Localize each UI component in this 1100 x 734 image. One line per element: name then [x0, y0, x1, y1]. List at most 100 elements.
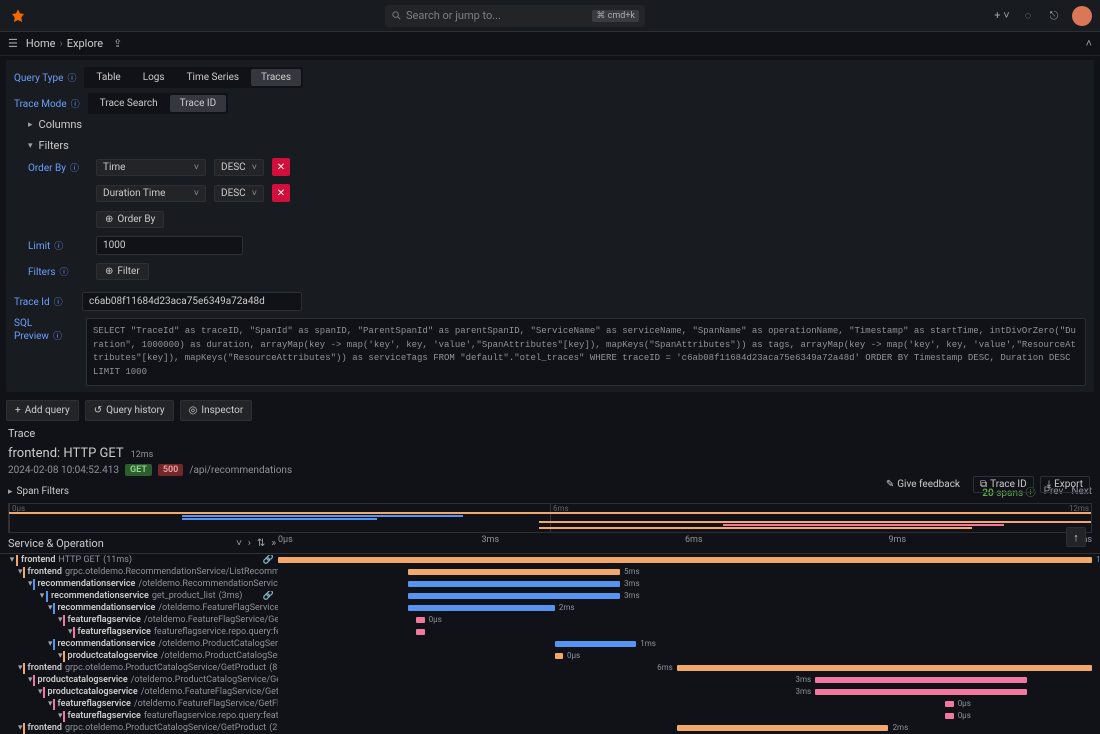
- span-lane: 0μs: [278, 698, 1092, 710]
- crumb-explore[interactable]: Explore: [67, 37, 103, 50]
- order-by-label: Order By: [28, 161, 88, 174]
- export-button[interactable]: ⤓ Export: [1040, 476, 1090, 493]
- crumb-home[interactable]: Home: [26, 37, 56, 50]
- span-lane: 5ms: [278, 566, 1092, 578]
- operation-name: /oteldemo.FeatureFlagService/GetFlag: [144, 615, 278, 625]
- tab-traces[interactable]: Traces: [251, 69, 301, 86]
- span-bar[interactable]: [416, 629, 424, 635]
- span-bar[interactable]: [677, 665, 1092, 671]
- columns-section[interactable]: ▸ Columns: [28, 114, 1086, 135]
- span-row[interactable]: ▾productcatalogservice/oteldemo.ProductC…: [8, 674, 1092, 686]
- span-duration-text: (8ms): [269, 663, 278, 673]
- avatar[interactable]: [1072, 6, 1092, 26]
- span-bar[interactable]: [416, 617, 424, 623]
- span-bar[interactable]: [677, 725, 889, 731]
- help-icon[interactable]: ◌: [1020, 8, 1036, 24]
- span-row[interactable]: ▾recommendationservice/oteldemo.FeatureF…: [8, 602, 1092, 614]
- share-icon[interactable]: ⇪: [113, 37, 122, 50]
- span-row[interactable]: ▾recommendationservice/oteldemo.Recommen…: [8, 578, 1092, 590]
- scroll-to-top-button[interactable]: ↑: [1066, 527, 1086, 547]
- span-bar[interactable]: [408, 593, 620, 599]
- span-bar[interactable]: [278, 557, 1092, 563]
- collapse-one-icon[interactable]: ⇅: [255, 538, 267, 549]
- span-bar[interactable]: [815, 689, 1027, 695]
- order-field-1[interactable]: Time˅: [96, 159, 206, 176]
- span-bar[interactable]: [408, 581, 620, 587]
- chevron-right-icon[interactable]: ▸: [8, 487, 13, 497]
- span-row[interactable]: ▾recommendationservice/oteldemo.ProductC…: [8, 638, 1092, 650]
- collapse-all-icon[interactable]: ˅: [234, 538, 244, 549]
- tab-timeseries[interactable]: Time Series: [177, 69, 249, 86]
- span-row[interactable]: ▾featureflagservicefeatureflagservice.re…: [8, 626, 1092, 638]
- delete-order-1[interactable]: ✕: [272, 158, 290, 176]
- trace-minimap[interactable]: 0μs 6ms 12ms: [8, 503, 1092, 533]
- span-bar[interactable]: [408, 605, 555, 611]
- order-dir-1[interactable]: DESC˅: [214, 159, 264, 176]
- span-bar-label: 0μs: [429, 615, 442, 624]
- add-query-button[interactable]: + Add query: [6, 400, 79, 421]
- span-row[interactable]: ▾productcatalogservice/oteldemo.FeatureF…: [8, 686, 1092, 698]
- toggle-icon[interactable]: ▾: [38, 591, 46, 601]
- trace-section-label: Trace: [0, 425, 1100, 442]
- query-history-button[interactable]: ↺ Query history: [85, 400, 174, 421]
- menu-icon[interactable]: ☰: [8, 37, 18, 50]
- span-bar-label: 2ms: [893, 723, 909, 732]
- collapse-panel-icon[interactable]: ˄: [1086, 37, 1092, 50]
- give-feedback-link[interactable]: ✎ Give feedback: [879, 476, 967, 493]
- filters-section[interactable]: ▾ Filters: [28, 135, 1086, 156]
- span-row[interactable]: ▾frontendHTTP GET(11ms)🔗11ms: [8, 554, 1092, 566]
- span-bar-label: 6ms: [657, 663, 673, 672]
- grafana-logo-icon[interactable]: [8, 6, 28, 26]
- link-icon[interactable]: 🔗: [263, 591, 274, 601]
- span-row[interactable]: ▾featureflagservice/oteldemo.FeatureFlag…: [8, 698, 1092, 710]
- service-color-bar: [53, 639, 55, 650]
- search-input[interactable]: Search or jump to... ⌘ cmd+k: [385, 5, 645, 27]
- span-row[interactable]: ▾frontendgrpc.oteldemo.ProductCatalogSer…: [8, 722, 1092, 734]
- span-row[interactable]: ▾recommendationserviceget_product_list(3…: [8, 590, 1092, 602]
- news-icon[interactable]: ⎋: [1046, 8, 1062, 24]
- span-row[interactable]: ▾featureflagservice/oteldemo.FeatureFlag…: [8, 614, 1092, 626]
- limit-input[interactable]: [96, 236, 243, 255]
- span-row[interactable]: ▾frontendgrpc.oteldemo.RecommendationSer…: [8, 566, 1092, 578]
- span-bar[interactable]: [945, 713, 953, 719]
- link-icon[interactable]: 🔗: [263, 555, 274, 565]
- expand-one-icon[interactable]: ›: [246, 538, 253, 549]
- span-row[interactable]: ▾frontendgrpc.oteldemo.ProductCatalogSer…: [8, 662, 1092, 674]
- span-bar[interactable]: [555, 653, 563, 659]
- plus-icon[interactable]: + ˅: [994, 8, 1010, 24]
- add-filter-button[interactable]: ⊕Filter: [96, 263, 149, 280]
- span-bar[interactable]: [408, 569, 620, 575]
- tab-trace-id[interactable]: Trace ID: [170, 95, 227, 112]
- expand-all-icon[interactable]: »: [269, 538, 278, 549]
- span-row[interactable]: ▾productcatalogservice/oteldemo.ProductC…: [8, 650, 1092, 662]
- span-bar[interactable]: [555, 641, 636, 647]
- tab-trace-search[interactable]: Trace Search: [90, 95, 168, 112]
- operation-name: /oteldemo.FeatureFlagService/GetFlag: [141, 687, 278, 697]
- chevron-down-icon: ▾: [28, 141, 33, 151]
- service-name: frontend: [28, 567, 62, 577]
- delete-order-2[interactable]: ✕: [272, 184, 290, 202]
- trace-id-input[interactable]: [82, 292, 302, 311]
- toggle-icon[interactable]: ▾: [8, 555, 16, 565]
- tab-logs[interactable]: Logs: [133, 69, 175, 86]
- service-name: recommendationservice: [38, 579, 136, 589]
- span-bar[interactable]: [815, 677, 1027, 683]
- order-field-2[interactable]: Duration Time˅: [96, 185, 206, 202]
- span-row[interactable]: ▾featureflagservicefeatureflagservice.re…: [8, 710, 1092, 722]
- span-bar-label: 3ms: [624, 591, 640, 600]
- search-icon: [391, 10, 402, 21]
- service-color-bar: [63, 615, 65, 626]
- span-lane: 0μs: [278, 614, 1092, 626]
- copy-trace-id-button[interactable]: ⧉ Trace ID: [973, 476, 1034, 493]
- service-color-bar: [63, 711, 65, 722]
- add-order-by-button[interactable]: ⊕Order By: [96, 211, 164, 228]
- service-color-bar: [16, 555, 18, 566]
- order-dir-2[interactable]: DESC˅: [214, 185, 264, 202]
- sql-preview: SELECT "TraceId" as traceID, "SpanId" as…: [86, 318, 1086, 386]
- service-color-bar: [33, 579, 35, 590]
- span-bar[interactable]: [945, 701, 953, 707]
- inspector-button[interactable]: ◎ Inspector: [180, 400, 253, 421]
- service-color-bar: [23, 567, 25, 578]
- service-name: featureflagservice: [78, 627, 151, 637]
- tab-table[interactable]: Table: [86, 69, 130, 86]
